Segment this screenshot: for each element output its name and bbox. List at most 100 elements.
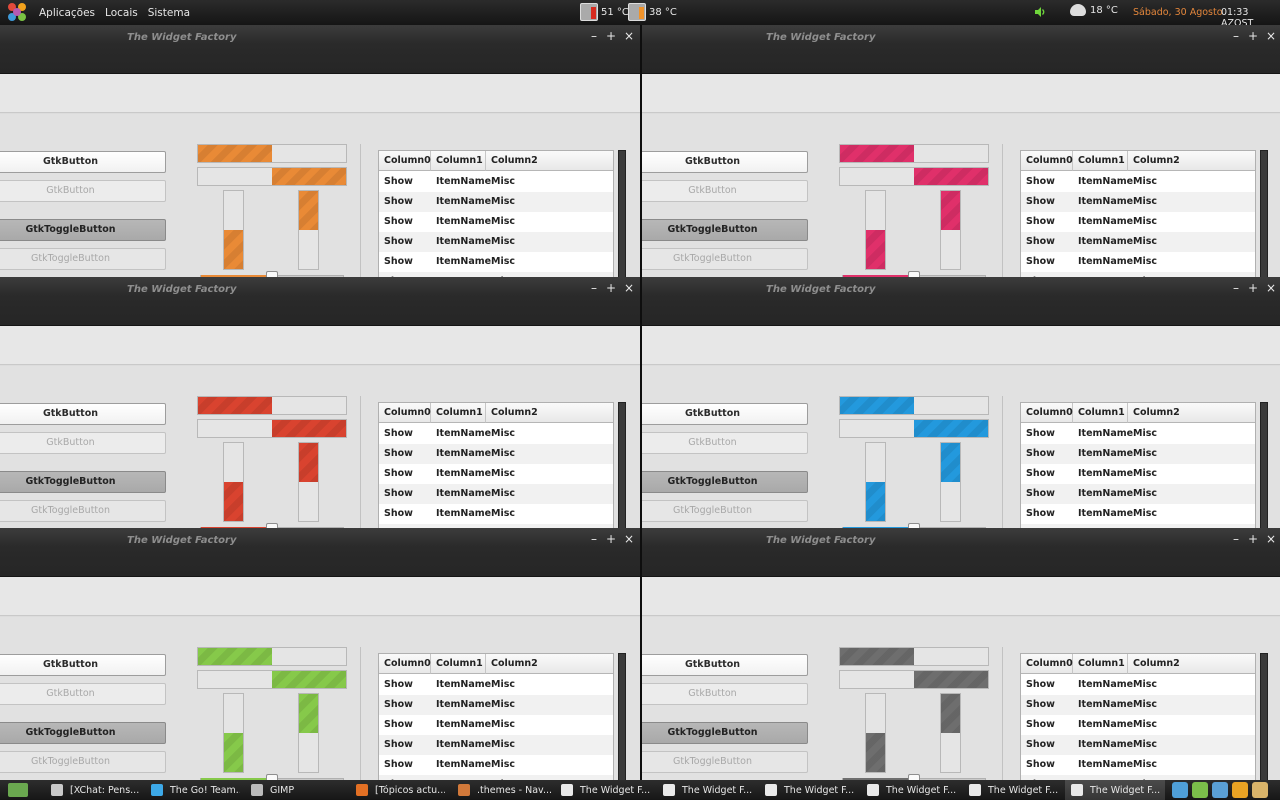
vertical-scrollbar[interactable] (1260, 150, 1268, 277)
close-button[interactable]: × (623, 29, 635, 43)
vertical-scrollbar[interactable] (618, 150, 626, 277)
gtk-toggle-button[interactable]: GtkToggleButton (642, 219, 808, 241)
clock-date[interactable]: Sábado, 30 Agosto (1133, 7, 1223, 18)
table-row[interactable]: Show ItemNameMisc (379, 484, 613, 504)
gtk-toggle-button[interactable]: GtkToggleButton (642, 471, 808, 493)
close-button[interactable]: × (623, 532, 635, 546)
table-row[interactable]: Show ItemNameMisc (1021, 172, 1255, 192)
gtk-button[interactable]: GtkButton (642, 151, 808, 173)
distro-logo-icon[interactable] (8, 2, 28, 23)
taskbar-item[interactable] (2, 780, 32, 800)
gtk-toggle-button[interactable]: GtkToggleButton (0, 722, 166, 744)
table-row[interactable]: Show ItemNameMisc (379, 755, 613, 775)
table-row[interactable]: Show ItemNameMisc (379, 444, 613, 464)
table-row[interactable]: Show ItemNameMisc (1021, 695, 1255, 715)
close-button[interactable]: × (1265, 29, 1277, 43)
weather-applet[interactable]: 18 °C (1070, 4, 1118, 16)
table-row[interactable]: Show ItemNameMisc (379, 212, 613, 232)
table-row[interactable]: Show ItemNameMisc (1021, 252, 1255, 272)
close-button[interactable]: × (1265, 281, 1277, 295)
column-header-0[interactable]: Column0 (379, 151, 431, 171)
table-row[interactable]: Show ItemNameMisc (1021, 424, 1255, 444)
taskbar-item[interactable]: The Widget F... (759, 780, 854, 800)
maximize-button[interactable]: + (605, 29, 617, 43)
vertical-scrollbar[interactable] (1260, 653, 1268, 780)
table-row[interactable]: Show ItemNameMisc (379, 735, 613, 755)
window-titlebar[interactable]: The Widget Factory – + × (0, 528, 640, 577)
table-row[interactable]: Show ItemNameMisc (379, 192, 613, 212)
column-header-2[interactable]: Column2 (1128, 654, 1255, 674)
taskbar-item[interactable]: The Widget F... (861, 780, 956, 800)
window-titlebar[interactable]: The Widget Factory – + × (0, 277, 640, 326)
vertical-scrollbar[interactable] (618, 402, 626, 529)
column-header-1[interactable]: Column1 (1073, 654, 1128, 674)
gtk-toggle-button[interactable]: GtkToggleButton (642, 722, 808, 744)
minimize-button[interactable]: – (1230, 532, 1242, 546)
menu-places[interactable]: Locais (100, 7, 143, 19)
gtk-toggle-button[interactable]: GtkToggleButton (0, 219, 166, 241)
table-row[interactable]: Show ItemNameMisc (379, 172, 613, 192)
disk-temp-sensor[interactable]: 38 °C (628, 3, 677, 21)
table-row[interactable]: Show ItemNameMisc (379, 695, 613, 715)
table-row[interactable]: Show ItemNameMisc (379, 252, 613, 272)
maximize-button[interactable]: + (1247, 281, 1259, 295)
column-header-0[interactable]: Column0 (1021, 654, 1073, 674)
tree-view[interactable]: Column0 Column1 Column2 Show ItemName Misc… (378, 653, 614, 780)
close-button[interactable]: × (1265, 532, 1277, 546)
window-titlebar[interactable]: The Widget Factory – + × (642, 528, 1280, 577)
table-row[interactable]: Show ItemNameMisc (1021, 232, 1255, 252)
menu-system[interactable]: Sistema (143, 7, 195, 19)
table-row[interactable]: Show ItemNameMisc (1021, 444, 1255, 464)
column-header-0[interactable]: Column0 (1021, 403, 1073, 423)
column-header-0[interactable]: Column0 (379, 654, 431, 674)
taskbar-item[interactable]: [Tópicos actu... (350, 780, 445, 800)
gtk-button[interactable]: GtkButton (0, 654, 166, 676)
column-header-2[interactable]: Column2 (1128, 403, 1255, 423)
taskbar-item[interactable]: .themes - Nav... (452, 780, 552, 800)
table-row[interactable]: Show ItemNameMisc (379, 232, 613, 252)
maximize-button[interactable]: + (605, 281, 617, 295)
gtk-toggle-button[interactable]: GtkToggleButton (0, 471, 166, 493)
taskbar-item[interactable]: The Widget F... (963, 780, 1058, 800)
table-row[interactable]: Show ItemNameMisc (1021, 675, 1255, 695)
minimize-button[interactable]: – (588, 29, 600, 43)
tree-view[interactable]: Column0 Column1 Column2 Show ItemName Misc… (1020, 150, 1256, 277)
maximize-button[interactable]: + (605, 532, 617, 546)
table-row[interactable]: Show ItemNameMisc (1021, 735, 1255, 755)
cpu-temp-sensor[interactable]: 51 °C (580, 3, 629, 21)
column-header-0[interactable]: Column0 (379, 403, 431, 423)
minimize-button[interactable]: – (1230, 29, 1242, 43)
maximize-button[interactable]: + (1247, 532, 1259, 546)
vertical-scrollbar[interactable] (1260, 402, 1268, 529)
column-header-1[interactable]: Column1 (1073, 403, 1128, 423)
music-icon[interactable] (1212, 782, 1228, 798)
taskbar-item[interactable]: [XChat: Pens... (45, 780, 140, 800)
tools-icon[interactable] (1232, 782, 1248, 798)
table-row[interactable]: Show ItemNameMisc (1021, 504, 1255, 524)
table-row[interactable]: Show ItemNameMisc (379, 715, 613, 735)
tree-view[interactable]: Column0 Column1 Column2 Show ItemName Misc… (378, 150, 614, 277)
close-button[interactable]: × (623, 281, 635, 295)
window-titlebar[interactable]: The Widget Factory – + × (642, 25, 1280, 74)
vertical-scrollbar[interactable] (618, 653, 626, 780)
taskbar-item[interactable]: The Go! Team... (145, 780, 240, 800)
column-header-2[interactable]: Column2 (1128, 151, 1255, 171)
column-header-1[interactable]: Column1 (431, 654, 486, 674)
column-header-1[interactable]: Column1 (1073, 151, 1128, 171)
column-header-2[interactable]: Column2 (486, 151, 613, 171)
taskbar-item[interactable]: The Widget F... (555, 780, 650, 800)
column-header-2[interactable]: Column2 (486, 403, 613, 423)
table-row[interactable]: Show ItemNameMisc (379, 424, 613, 444)
table-row[interactable]: Show ItemNameMisc (1021, 192, 1255, 212)
table-row[interactable]: Show ItemNameMisc (379, 464, 613, 484)
column-header-1[interactable]: Column1 (431, 151, 486, 171)
column-header-2[interactable]: Column2 (486, 654, 613, 674)
tree-view[interactable]: Column0 Column1 Column2 Show ItemName Misc… (1020, 402, 1256, 529)
minimize-button[interactable]: – (1230, 281, 1242, 295)
column-header-1[interactable]: Column1 (431, 403, 486, 423)
messenger-icon[interactable] (1172, 782, 1188, 798)
menu-applications[interactable]: Aplicações (34, 7, 100, 19)
maximize-button[interactable]: + (1247, 29, 1259, 43)
taskbar-item[interactable]: The Widget F... (657, 780, 752, 800)
volume-icon[interactable] (1034, 6, 1046, 18)
